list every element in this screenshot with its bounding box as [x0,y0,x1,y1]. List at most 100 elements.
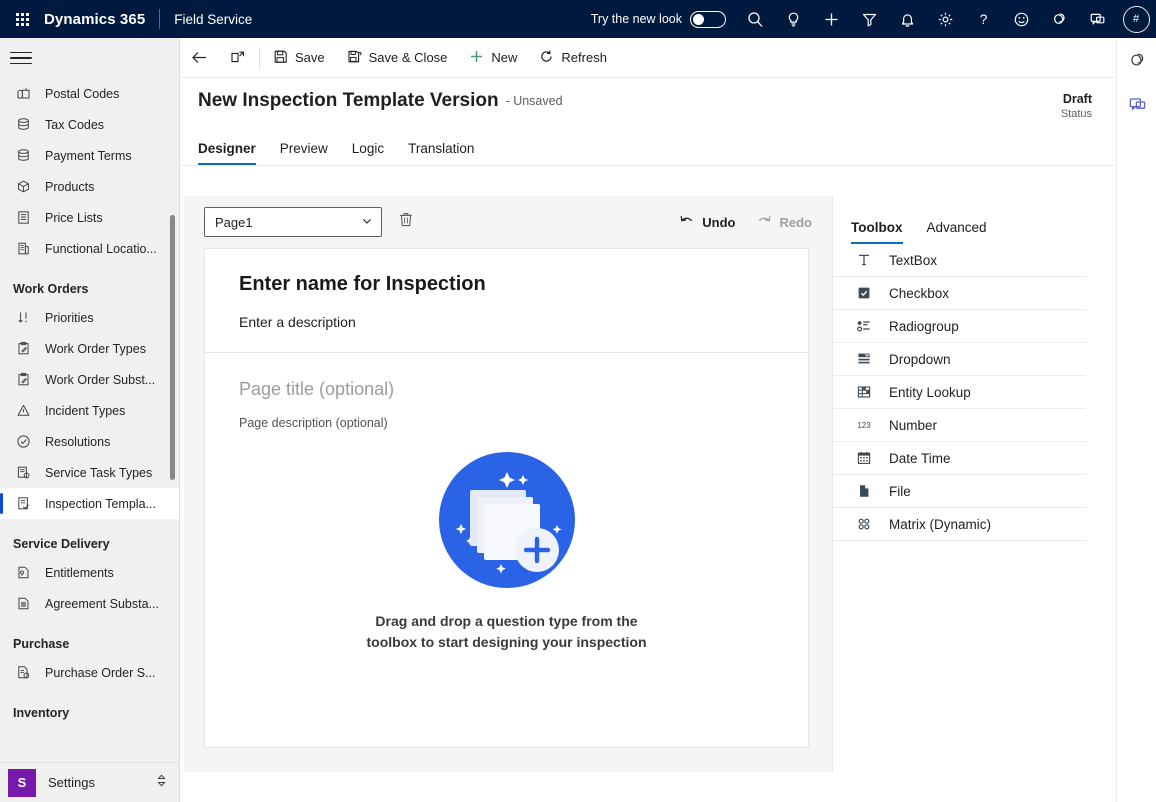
sidebar-group-work-orders: Work Orders [13,282,89,296]
toolbox-item-label: TextBox [889,252,938,268]
toolbox-item-dropdown[interactable]: Dropdown [833,343,1086,376]
toolbox-item-radiogroup[interactable]: Radiogroup [833,310,1086,343]
sidebar-item-label: Functional Locatio... [45,241,157,256]
tab-preview[interactable]: Preview [268,141,340,165]
sidebar-item-label: Payment Terms [45,148,132,163]
sidebar-item-tax-codes[interactable]: Tax Codes [0,109,179,140]
toolbox-item-number[interactable]: 123 Number [833,409,1086,442]
toolbox-item-label: File [889,483,911,499]
sidebar-group-purchase: Purchase [13,637,70,651]
tab-label: Preview [279,141,328,156]
bell-icon[interactable] [888,0,926,38]
toolbox-item-label: Date Time [889,450,951,466]
sidebar-item-price-lists[interactable]: Price Lists [0,202,179,233]
app-name-label[interactable]: Field Service [160,12,252,27]
app-header: Dynamics 365 Field Service Try the new l… [0,0,1156,38]
tab-designer[interactable]: Designer [198,141,268,165]
sidebar-item-resolutions[interactable]: Resolutions [0,426,179,457]
inspection-canvas[interactable]: Enter name for Inspection Enter a descri… [204,248,809,748]
toolbox-item-file[interactable]: File [833,475,1086,508]
chat-icon[interactable] [1117,82,1156,126]
save-and-close-button[interactable]: Save & Close [336,38,459,78]
sidebar-scrollbar[interactable] [170,215,175,480]
toolbox-item-entity-lookup[interactable]: Entity Lookup [833,376,1086,409]
sidebar-item-priorities[interactable]: Priorities [0,302,179,333]
sidebar-item-label: Agreement Substa... [45,596,159,611]
app-launcher-icon[interactable] [0,0,44,38]
tab-label: Translation [408,141,475,156]
box-icon [11,179,35,194]
sidebar-item-inspection-templates[interactable]: Inspection Templa... [0,488,179,519]
check-circle-icon [11,434,35,449]
page-description-input[interactable]: Page description (optional) [239,416,774,430]
toolbox-item-matrix-dynamic[interactable]: Matrix (Dynamic) [833,508,1086,541]
entitlement-icon [11,565,35,580]
status-badge: Draft [1062,92,1092,106]
gear-icon[interactable] [926,0,964,38]
redo-icon [756,213,773,232]
save-button[interactable]: Save [262,38,336,78]
search-icon[interactable] [736,0,774,38]
filter-icon[interactable] [850,0,888,38]
page-select[interactable]: Page1 [204,207,382,237]
sidebar-item-work-order-substatuses[interactable]: Work Order Subst... [0,364,179,395]
sidebar-item-products[interactable]: Products [0,171,179,202]
sidebar-item-agreement-substatuses[interactable]: Agreement Substa... [0,588,179,619]
purchase-order-icon [11,665,35,680]
delete-page-button[interactable] [392,208,420,236]
inspection-name-input[interactable]: Enter name for Inspection [239,273,774,296]
sidebar-item-functional-locations[interactable]: Functional Locatio... [0,233,179,264]
tab-logic[interactable]: Logic [340,141,396,165]
tab-translation[interactable]: Translation [396,141,486,165]
plus-icon[interactable] [812,0,850,38]
sidebar-item-service-task-types[interactable]: Service Task Types [0,457,179,488]
settings-area-switcher[interactable]: S Settings [0,762,179,802]
page-title-input[interactable]: Page title (optional) [239,379,774,400]
tab-toolbox[interactable]: Toolbox [851,220,917,244]
inspection-description-input[interactable]: Enter a description [239,314,774,330]
back-arrow-icon[interactable] [180,38,219,78]
agreement-icon [11,596,35,611]
toolbox-item-checkbox[interactable]: Checkbox [833,277,1086,310]
try-new-look-toggle[interactable] [690,10,726,28]
toolbox-item-label: Radiogroup [889,318,959,334]
main-content: New Inspection Template Version - Unsave… [180,78,1116,802]
smiley-icon[interactable] [1002,0,1040,38]
avatar[interactable]: # [1116,0,1156,38]
add-cards-illustration [438,452,575,588]
sidebar-item-payment-terms[interactable]: Payment Terms [0,140,179,171]
checkbox-icon [851,285,877,301]
inspection-icon [11,496,35,511]
undo-icon [678,213,695,232]
tab-advanced[interactable]: Advanced [927,220,1001,244]
number-icon: 123 [851,417,877,433]
lightbulb-icon[interactable] [774,0,812,38]
open-in-new-window-icon[interactable] [219,38,257,78]
sidebar-item-work-order-types[interactable]: Work Order Types [0,333,179,364]
sidebar-item-label: Purchase Order S... [45,665,156,680]
toolbox-item-textbox[interactable]: TextBox [833,244,1086,277]
copilot-icon[interactable] [1117,38,1156,82]
toolbox-item-date-time[interactable]: Date Time [833,442,1086,475]
sidebar-item-purchase-order-substatuses[interactable]: Purchase Order S... [0,657,179,688]
sidebar-item-label: Incident Types [45,403,126,418]
status-block: Draft Status [1061,92,1092,120]
sidebar-item-incident-types[interactable]: Incident Types [0,395,179,426]
task-gear-icon [11,465,35,480]
textbox-icon [851,252,877,268]
settings-badge: S [8,768,36,797]
sidebar-item-postal-codes[interactable]: Postal Codes [0,78,179,109]
try-new-look-group: Try the new look [591,10,726,28]
help-icon[interactable]: ? [964,0,1002,38]
sidebar-group-service-delivery: Service Delivery [13,537,110,551]
undo-button[interactable]: Undo [668,207,745,237]
matrix-icon [851,516,877,532]
new-button[interactable]: New [458,38,528,78]
page-title-unsaved-label: - Unsaved [505,94,563,108]
copilot-icon[interactable] [1040,0,1078,38]
redo-button[interactable]: Redo [746,207,823,237]
chat-icon[interactable] [1078,0,1116,38]
refresh-button[interactable]: Refresh [528,38,618,78]
sidebar-item-entitlements[interactable]: Entitlements [0,557,179,588]
hamburger-menu-icon[interactable] [0,38,179,78]
